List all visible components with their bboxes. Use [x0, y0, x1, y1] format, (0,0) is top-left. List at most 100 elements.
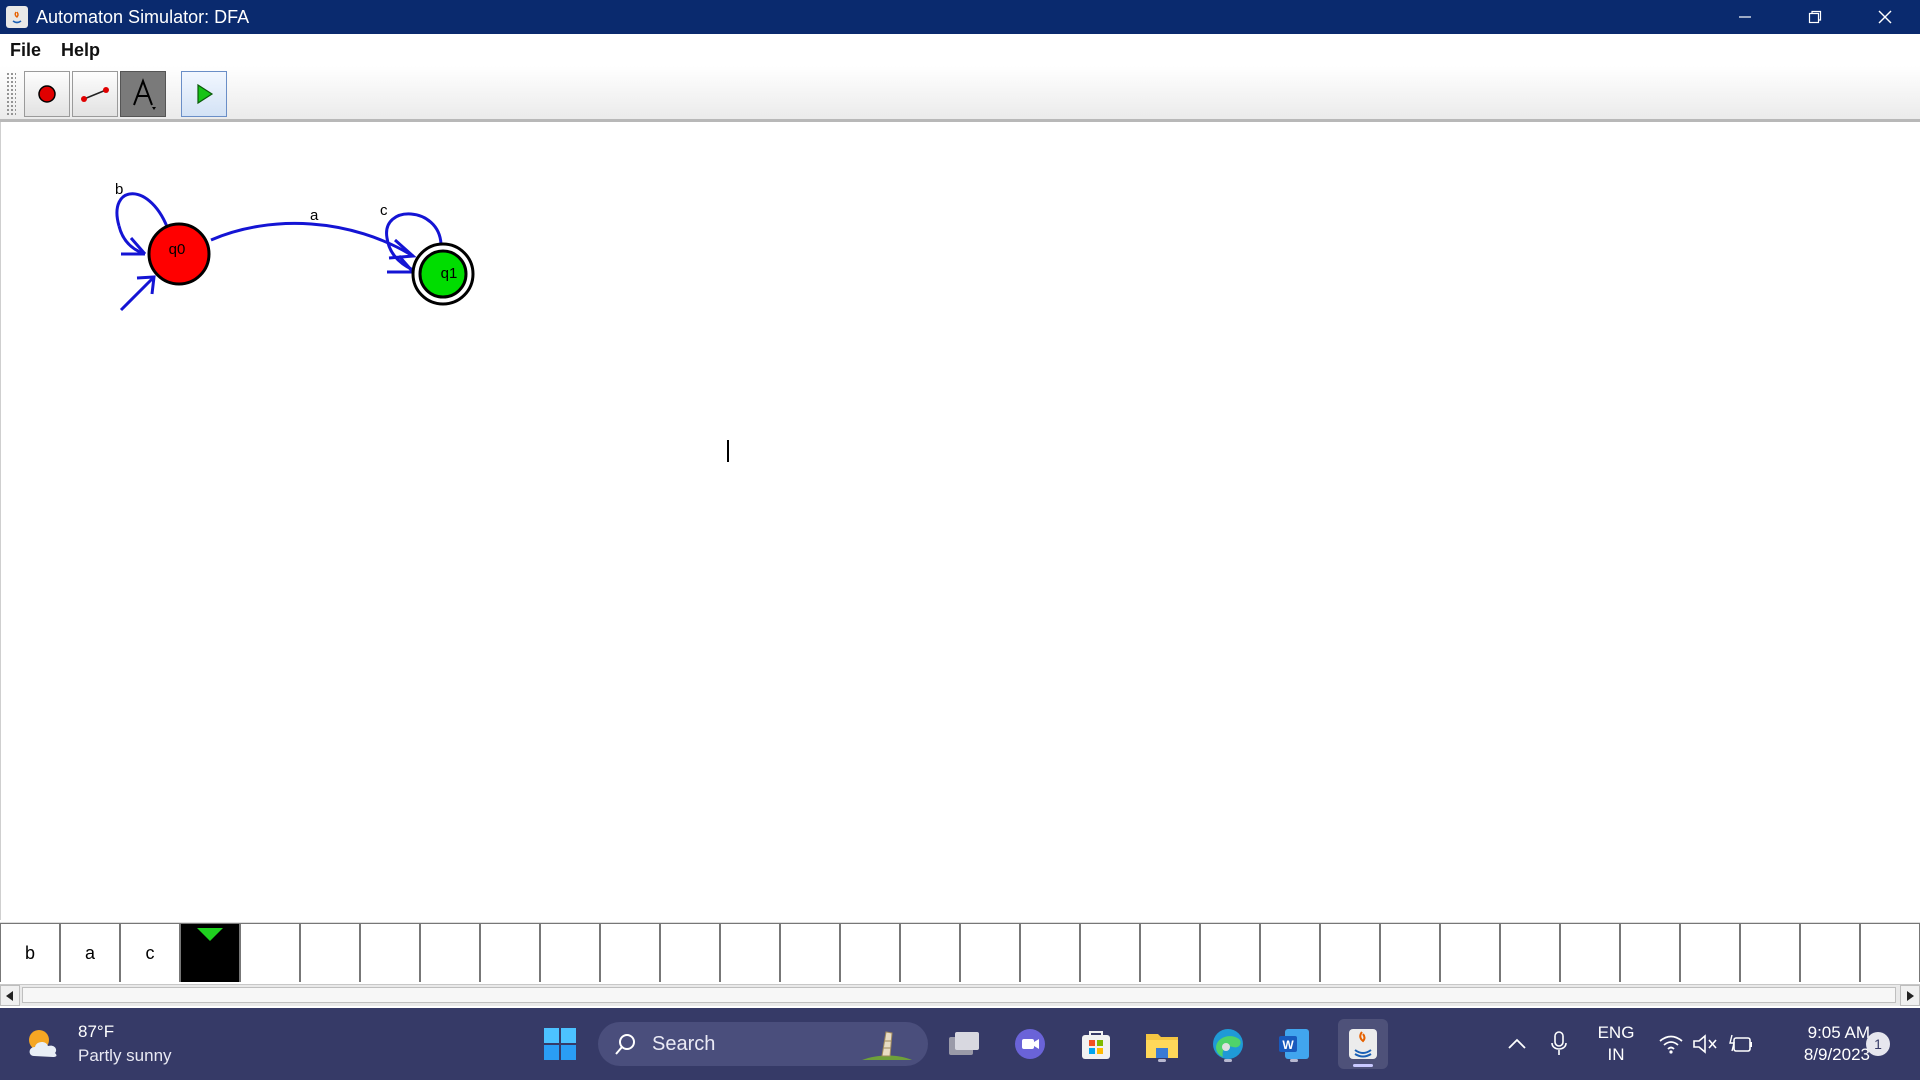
chevron-up-icon	[1508, 1038, 1526, 1049]
text-letter-icon	[133, 78, 156, 110]
tape-cell[interactable]	[480, 923, 540, 982]
menu-file[interactable]: File	[10, 40, 41, 61]
tape-cell[interactable]	[1440, 923, 1500, 982]
search-icon	[615, 1034, 635, 1055]
video-chat-icon	[1015, 1029, 1045, 1059]
tape-cell[interactable]	[1740, 923, 1800, 982]
minimize-button[interactable]	[1710, 0, 1780, 34]
clock-date: 8/9/2023	[1803, 1045, 1870, 1064]
start-button[interactable]	[540, 1024, 580, 1064]
tape-cell[interactable]	[1260, 923, 1320, 982]
tape-cell[interactable]	[960, 923, 1020, 982]
microphone-icon	[1551, 1031, 1567, 1055]
transition-q0-q0	[115, 192, 171, 233]
store-bag-icon	[1082, 1031, 1110, 1059]
state-q0-label: q0	[169, 241, 186, 258]
java-coffee-icon	[1349, 1029, 1377, 1059]
partly-sunny-icon	[29, 1030, 57, 1057]
tape-cell[interactable]	[420, 923, 480, 982]
clock-time: 9:05 AM	[1807, 1023, 1870, 1042]
chevron-left-icon	[6, 990, 13, 1001]
menu-help[interactable]: Help	[61, 40, 100, 61]
toolbar-grip[interactable]	[6, 72, 16, 116]
tape-cell[interactable]	[1140, 923, 1200, 982]
tape-cell[interactable]	[1680, 923, 1740, 982]
java-app-taskbar-button[interactable]	[1338, 1019, 1388, 1069]
tape-cell[interactable]	[780, 923, 840, 982]
menu-bar: File Help	[0, 34, 1920, 66]
tape-cell[interactable]	[1620, 923, 1680, 982]
task-view-button[interactable]	[944, 1024, 984, 1064]
scroll-right-button[interactable]	[1900, 985, 1920, 1006]
taskbar: 87°F Partly sunny Search W ENG IN 9:05 A…	[0, 1008, 1920, 1080]
tape-cell[interactable]	[1800, 923, 1860, 982]
task-view-icon	[949, 1032, 979, 1055]
toolbar	[0, 66, 1920, 122]
label-q0-q1: a	[310, 207, 319, 224]
tape-cell[interactable]	[1200, 923, 1260, 982]
weather-widget[interactable]: 87°F Partly sunny	[24, 1020, 172, 1068]
microsoft-store-button[interactable]	[1076, 1024, 1116, 1064]
battery-button[interactable]	[1726, 1022, 1756, 1066]
tape-scrollbar[interactable]	[0, 984, 1920, 1006]
tape-cell[interactable]: b	[0, 923, 60, 982]
tape-cell[interactable]	[300, 923, 360, 982]
word-button[interactable]: W	[1274, 1024, 1314, 1064]
automaton-diagram: b a c q0 q1	[115, 181, 475, 312]
tape-cell[interactable]	[840, 923, 900, 982]
restore-button[interactable]	[1780, 0, 1850, 34]
file-explorer-button[interactable]	[1142, 1024, 1182, 1064]
volume-button[interactable]	[1690, 1022, 1720, 1066]
scroll-left-button[interactable]	[0, 985, 20, 1006]
automaton-canvas[interactable]: b a c q0 q1	[0, 122, 1920, 920]
tape-cell[interactable]	[1860, 923, 1920, 982]
tape-cell[interactable]	[1500, 923, 1560, 982]
show-hidden-icons-button[interactable]	[1502, 1022, 1532, 1066]
tape-cell[interactable]: c	[120, 923, 180, 982]
tape-cell[interactable]: a	[60, 923, 120, 982]
tape-cell[interactable]	[240, 923, 300, 982]
tape-cell[interactable]	[1020, 923, 1080, 982]
state-circle-icon	[38, 85, 56, 103]
title-bar: Automaton Simulator: DFA	[0, 0, 1920, 34]
system-clock[interactable]: 9:05 AM 8/9/2023	[1774, 1022, 1870, 1066]
tape-head-arrow-icon	[197, 928, 223, 941]
edge-browser-button[interactable]	[1208, 1024, 1248, 1064]
state-tool-button[interactable]	[24, 71, 70, 117]
run-simulation-button[interactable]	[181, 71, 227, 117]
tape-cell[interactable]	[900, 923, 960, 982]
close-button[interactable]	[1850, 0, 1920, 34]
transition-line-icon	[81, 87, 109, 102]
label-q1-q1: c	[380, 202, 388, 219]
notification-badge[interactable]: 1	[1866, 1032, 1890, 1056]
search-label: Search	[652, 1032, 716, 1055]
scrollbar-thumb[interactable]	[22, 987, 1896, 1003]
text-tool-button[interactable]	[120, 71, 166, 117]
window-title: Automaton Simulator: DFA	[36, 6, 250, 27]
input-tape[interactable]: bac	[0, 922, 1920, 982]
wifi-button[interactable]	[1656, 1022, 1686, 1066]
tape-cell-head[interactable]	[180, 923, 240, 982]
transition-tool-button[interactable]	[72, 71, 118, 117]
tape-cell[interactable]	[660, 923, 720, 982]
taskbar-search[interactable]: Search	[598, 1022, 928, 1066]
tape-cell[interactable]	[1380, 923, 1440, 982]
tape-cell[interactable]	[600, 923, 660, 982]
weather-condition: Partly sunny	[78, 1046, 172, 1065]
edge-browser-icon	[1213, 1029, 1243, 1059]
tape-cell[interactable]	[1320, 923, 1380, 982]
microphone-button[interactable]	[1544, 1022, 1574, 1066]
volume-muted-icon	[1693, 1034, 1717, 1054]
transition-q0-q1	[210, 221, 414, 258]
language-indicator[interactable]: ENG IN	[1596, 1022, 1636, 1066]
tape-cell[interactable]	[1080, 923, 1140, 982]
tape-cell[interactable]	[360, 923, 420, 982]
minimize-icon	[1739, 16, 1751, 18]
play-icon	[197, 83, 214, 105]
teams-chat-button[interactable]	[1010, 1024, 1050, 1064]
tape-cell[interactable]	[1560, 923, 1620, 982]
tape-cell[interactable]	[540, 923, 600, 982]
close-icon	[1878, 10, 1892, 24]
windows-logo-icon	[544, 1028, 576, 1060]
tape-cell[interactable]	[720, 923, 780, 982]
